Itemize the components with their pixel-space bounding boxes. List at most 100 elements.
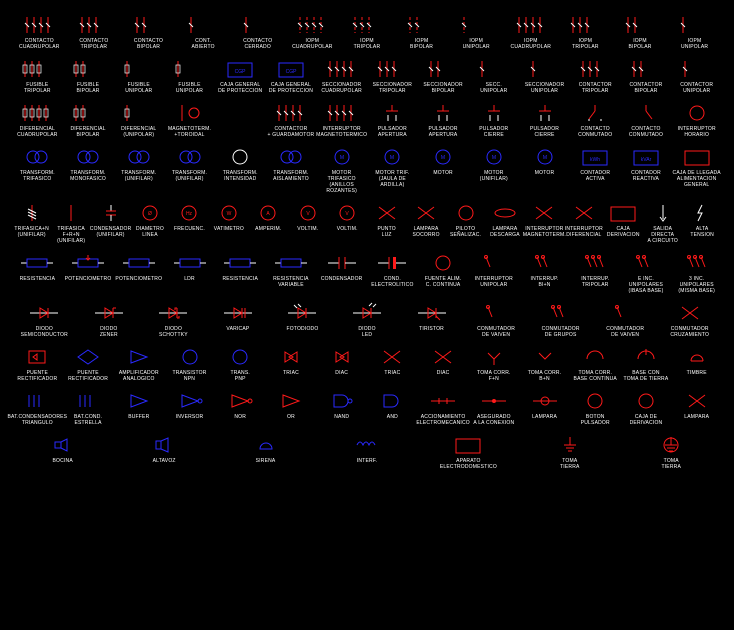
iopm-cuadrupolar: IOPM CUADRUPOLAR [285, 12, 340, 52]
symbol-label: CONDENSADOR [321, 276, 363, 282]
symbol-row: TRIFASICA+N (UNIFILAR)TRIFASICA F+R+N (U… [12, 200, 722, 246]
symbol-label: PUENTE RECTIFICADOR [17, 370, 57, 382]
symbol-label: CONMUTADOR DE VAIVEN [477, 326, 515, 338]
symbol-label: IOPM TRIPOLAR [572, 38, 599, 50]
conmutador-vaiven: CONMUTADOR DE VAIVEN [464, 300, 529, 340]
varicap: VARICAP [206, 300, 271, 340]
potenciometro: width="36" height="20" viewBox="0 0 36 2… [63, 250, 114, 296]
svg-text:M: M [390, 155, 394, 161]
toma-corr-base: TOMA CORR. BASE CONTINUA [570, 344, 621, 384]
iopm-tripolar-2: IOPM TRIPOLAR [558, 12, 613, 52]
symbol-label: AND [387, 414, 398, 420]
timbre: TIMBRE [671, 344, 722, 384]
conmutador-vaiven-2-icon [594, 302, 657, 324]
caja-general-de-proteccion: CGP CAJA GENERAL DE PROTECCION [215, 56, 266, 96]
interruptor-diferencial-icon [565, 202, 602, 224]
trifasica-f-r-n-unifilar-icon [52, 202, 89, 224]
seccionador-tripolar: SECCIONADOR TRIPOLAR [367, 56, 418, 96]
interruptor-magnetotermico-icon [317, 102, 366, 124]
symbol-label: SALIDA DIRECTA A CIRCUITO [644, 226, 681, 244]
pulsador-cierre-2: PULSADOR CIERRE [519, 100, 570, 140]
symbol-label: BOTON PULSADOR [581, 414, 610, 426]
symbol-label: TRANSFORM. (UNIFILAR) [172, 170, 207, 182]
iopm-bipolar-2-icon [614, 14, 667, 36]
symbol-label: INTERF. [357, 458, 377, 464]
amperimetro: AAMPERIM. [249, 200, 288, 246]
symbol-label: CAJA GENERAL DE PROTECCION [218, 82, 262, 94]
caja-llegada-alimentacion-icon [672, 146, 721, 168]
symbol-label: CONTACTO TRIPOLAR [79, 38, 108, 50]
pulsador-apertura-icon [368, 102, 417, 124]
symbol-label: BOCINA [53, 458, 73, 464]
toma-corr-fen-icon [469, 346, 518, 368]
buffer-icon [114, 390, 163, 412]
fusible-unipolar: FUSIBLE UNIPOLAR [113, 56, 164, 96]
symbol-label: FUSIBLE BIPOLAR [77, 82, 100, 94]
trifasica-f-r-n-unifilar: TRIFASICA F+R+N (UNIFILAR) [51, 200, 90, 246]
voltim-icon: V [289, 202, 326, 224]
fusible-unipolar-icon [114, 58, 163, 80]
punto-luz: PUNTO LUZ [367, 200, 406, 246]
symbol-row: PUENTE RECTIFICADORPUENTE RECTIFICADORAM… [12, 344, 722, 384]
symbol-label: IOPM TRIPOLAR [354, 38, 381, 50]
iopm-bipolar-icon [395, 14, 448, 36]
vatimetro-icon: W [210, 202, 247, 224]
resistencia-2: RESISTENCIA [215, 250, 266, 296]
condensador-unifilar: CONDENSADOR (UNIFILAR) [91, 200, 130, 246]
diametro-linea: ØDIAMETRO LINEA [130, 200, 169, 246]
contacto-conmutado-2-icon [622, 102, 671, 124]
lampara-icon [520, 390, 569, 412]
symbol-label: SECCIONADOR BIPOLAR [423, 82, 462, 94]
symbol-label: CONTADOR REACTIVA [631, 170, 661, 182]
lampara-socorro-icon [407, 202, 444, 224]
symbol-label: IOPM CUADRUPOLAR [292, 38, 333, 50]
alta-tension: ALTA TENSION [682, 200, 721, 246]
altavoz: ALTAVOZ [113, 432, 214, 472]
svg-text:CGP: CGP [235, 69, 247, 75]
inversor: INVERSOR [164, 388, 215, 428]
aparato-electrodomestico: APARATO ELECTRODOMESTICO [418, 432, 519, 472]
base-toma-tierra-icon [622, 346, 671, 368]
iopm-unipolar-2: IOPM UNIPOLAR [667, 12, 722, 52]
transform-unifilar-2-icon [165, 146, 214, 168]
transform-intensidad-icon [216, 146, 265, 168]
fusible-tripolar-icon [13, 58, 62, 80]
svg-text:kVAr: kVAr [641, 157, 652, 163]
symbol-label: FUSIBLE TRIPOLAR [24, 82, 51, 94]
buffer: BUFFER [113, 388, 164, 428]
symbol-label: SECCIONADOR TRIPOLAR [373, 82, 412, 94]
bat-cond-estrella-icon [64, 390, 113, 412]
sirena-icon [216, 434, 315, 456]
symbol-label: INVERSOR [176, 414, 204, 420]
symbol-label: INTERRUPTOR UNIPOLAR [475, 276, 513, 288]
toma-tierra-2-icon: 20"> [622, 434, 721, 456]
diodo-semiconductor-icon [13, 302, 76, 324]
iopm-unipolar-icon [450, 14, 503, 36]
fotodiodo: FOTODIODO [270, 300, 335, 340]
condensador-icon [317, 252, 366, 274]
symbol-label: PULSADOR APERTURA [429, 126, 458, 138]
voltim-2-icon: V [329, 202, 366, 224]
svg-text:A: A [267, 211, 271, 217]
cond-electrolitico: COND. ELECTROLITICO [367, 250, 418, 296]
diferencial-bipolar: DIFERENCIAL BIPOLAR [63, 100, 114, 140]
secc-unipolar-icon [469, 58, 518, 80]
contacto-conmutado-icon [571, 102, 620, 124]
symbol-label: DIAC [437, 370, 450, 376]
symbol-label: CONMUTADOR DE VAIVEN [606, 326, 644, 338]
ldr: LDR [164, 250, 215, 296]
e-inc-unipolares-ibasa-icon [622, 252, 671, 274]
symbol-label: FUSIBLE UNIPOLAR [125, 82, 152, 94]
svg-text:CGP: CGP [286, 69, 298, 75]
symbol-label: MOTOR [535, 170, 555, 176]
triac-icon [267, 346, 316, 368]
symbol-label: LAMPARA SOCORRO [412, 226, 439, 238]
lampara-descarga: LAMPARA DESCARGA [485, 200, 524, 246]
symbol-label: FOTODIODO [286, 326, 318, 332]
sirena: SIRENA [215, 432, 316, 472]
symbol-label: BAT.CONDENSADORES TRIANGULO [8, 414, 68, 426]
symbol-label: TRIAC [384, 370, 400, 376]
symbol-label: CONT. ABIERTO [192, 38, 215, 50]
symbol-label: TRANSISTOR NPN [172, 370, 206, 382]
symbol-label: AMPLIFICADOR ANALOGICO [119, 370, 159, 382]
